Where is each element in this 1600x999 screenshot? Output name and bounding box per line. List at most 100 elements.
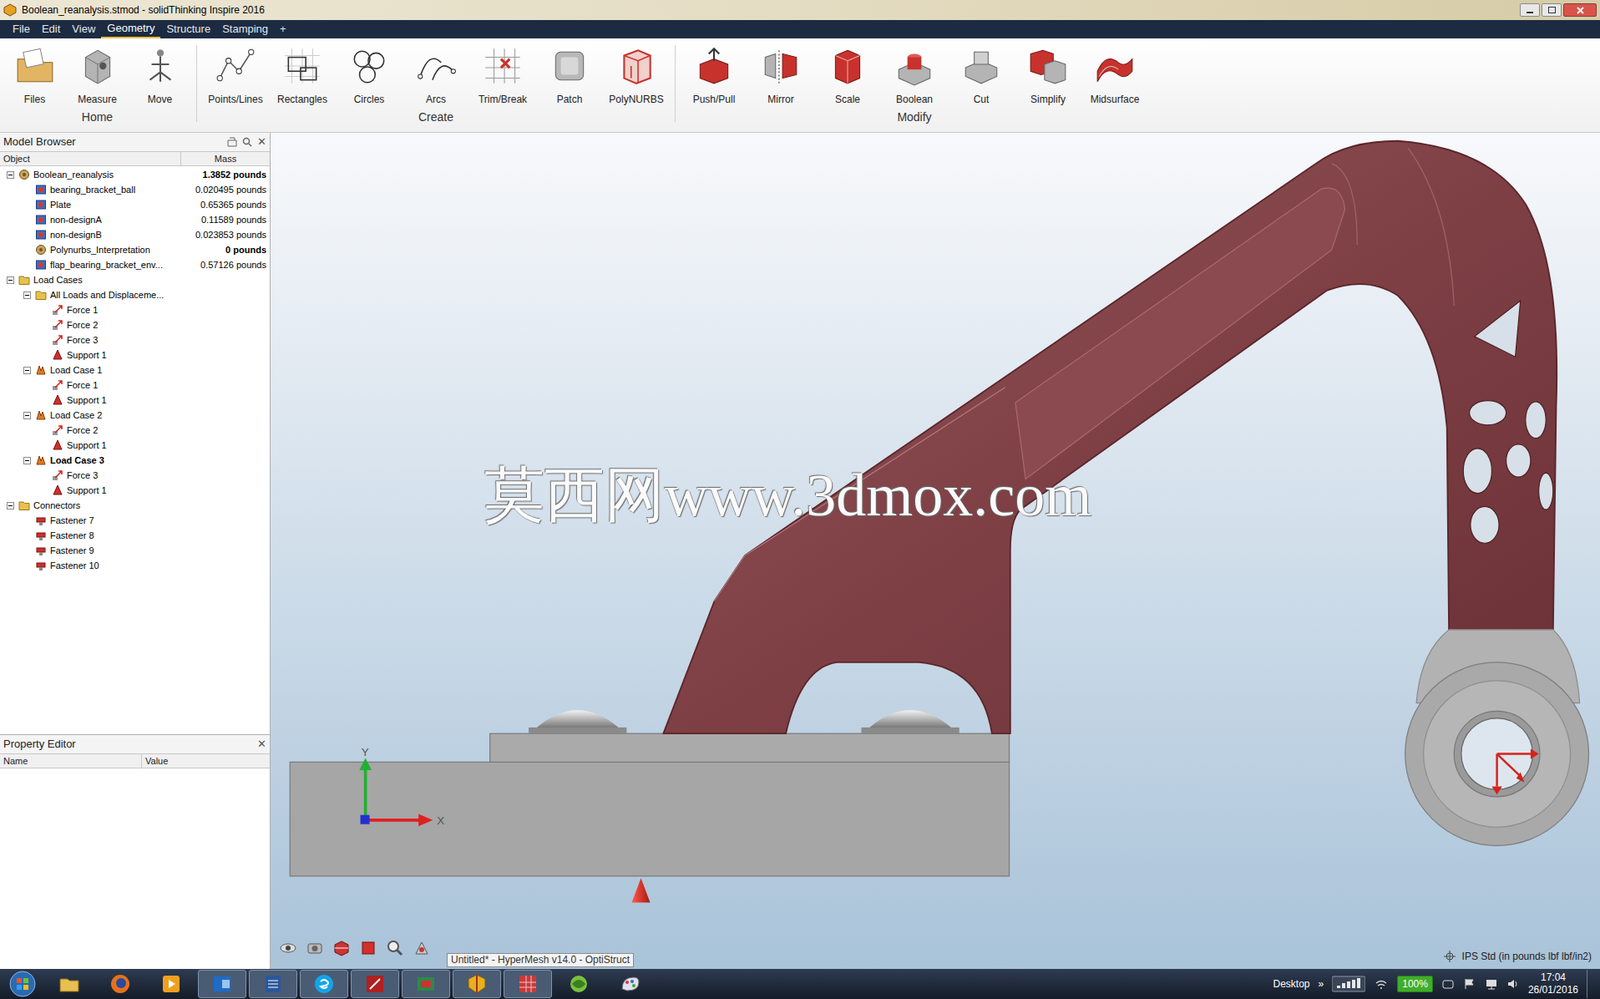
column-header[interactable]: Value: [141, 754, 270, 769]
ribbon-button[interactable]: Cut: [947, 38, 1015, 107]
tree-row[interactable]: Load Case 3: [0, 452, 270, 468]
view-tool-icon[interactable]: [385, 938, 405, 957]
ribbon-button[interactable]: Arcs: [402, 38, 470, 107]
view-tool-icon[interactable]: [359, 938, 378, 957]
toolbar-chevron[interactable]: »: [1318, 976, 1325, 992]
taskbar-app[interactable]: [554, 969, 603, 998]
menu-item[interactable]: View: [65, 20, 102, 39]
tree-row[interactable]: non-designB0.023853 pounds: [0, 227, 270, 243]
bolt-icon[interactable]: [528, 709, 627, 734]
view-tool-icon[interactable]: [412, 938, 431, 957]
tree-row[interactable]: Support 1: [0, 437, 270, 453]
menu-item[interactable]: Geometry: [101, 20, 161, 39]
expand-toggle[interactable]: [6, 276, 15, 284]
menu-item[interactable]: Stamping: [216, 20, 274, 39]
tree-row[interactable]: Force 1: [0, 377, 270, 393]
panel-close-button[interactable]: ✕: [257, 735, 267, 753]
unit-system[interactable]: IPS Std (in pounds lbf lbf/in2): [1443, 948, 1592, 969]
expand-toggle[interactable]: [6, 501, 15, 510]
ribbon-button[interactable]: Files: [3, 38, 66, 107]
tree-row[interactable]: Fastener 9: [0, 542, 270, 558]
bolt-icon[interactable]: [860, 709, 959, 734]
tree-row[interactable]: Force 2: [0, 422, 270, 438]
menu-item[interactable]: Structure: [160, 20, 217, 39]
ribbon-button[interactable]: PolyNURBS: [602, 38, 670, 107]
model-view[interactable]: YX: [270, 132, 1600, 937]
ribbon-button[interactable]: Simplify: [1014, 38, 1082, 107]
ribbon-button[interactable]: Rectangles: [268, 38, 336, 107]
tree-row[interactable]: Force 1: [0, 302, 270, 318]
view-tool-icon[interactable]: [278, 938, 298, 957]
desktop-toolbar[interactable]: Desktop: [1273, 976, 1311, 992]
bearing-ring[interactable]: [1405, 662, 1590, 846]
taskbar-app[interactable]: [350, 969, 400, 998]
tree-row[interactable]: bearing_bracket_ball0.020495 pounds: [0, 182, 270, 198]
tree-row[interactable]: Load Case 1: [0, 362, 270, 378]
taskbar-app[interactable]: [248, 969, 298, 998]
tree-row[interactable]: Plate0.65365 pounds: [0, 197, 270, 213]
taskbar-app[interactable]: [605, 969, 654, 998]
taskbar-app[interactable]: [503, 969, 552, 998]
ribbon-button[interactable]: Mirror: [747, 38, 815, 107]
tree-row[interactable]: non-designA0.11589 pounds: [0, 212, 270, 228]
tree-row[interactable]: Fastener 8: [0, 527, 270, 543]
tree-row[interactable]: Force 2: [0, 317, 270, 333]
tree-row[interactable]: Fastener 7: [0, 512, 270, 528]
ribbon-button[interactable]: Move: [128, 38, 192, 107]
taskbar-app[interactable]: [45, 969, 94, 998]
maximize-button[interactable]: [1541, 3, 1562, 17]
taskbar-app[interactable]: [197, 969, 247, 998]
menu-item[interactable]: Edit: [35, 20, 66, 39]
tree-row[interactable]: Polynurbs_Interpretation0 pounds: [0, 242, 270, 258]
tree-row[interactable]: All Loads and Displaceme...: [0, 287, 270, 303]
column-header[interactable]: Name: [0, 754, 142, 769]
expand-toggle[interactable]: [23, 291, 31, 299]
taskbar-app[interactable]: [146, 969, 196, 998]
tree-row[interactable]: Force 3: [0, 467, 270, 483]
ribbon-button[interactable]: Trim/Break: [469, 38, 537, 107]
expand-toggle[interactable]: [6, 171, 15, 179]
ribbon-button[interactable]: Push/Pull: [680, 38, 748, 107]
tree-row[interactable]: Support 1: [0, 392, 270, 408]
tree-row[interactable]: Load Case 2: [0, 407, 270, 423]
tree-row[interactable]: Support 1: [0, 482, 270, 498]
clock[interactable]: 17:0426/01/2016: [1528, 971, 1579, 997]
ribbon-button[interactable]: Boolean: [881, 38, 948, 107]
base-plate[interactable]: [289, 761, 1009, 876]
ribbon-button[interactable]: Circles: [335, 38, 403, 107]
taskbar-app[interactable]: [299, 969, 349, 998]
show-desktop-button[interactable]: [1586, 969, 1595, 998]
support-marker-icon[interactable]: [632, 877, 651, 902]
tree-row[interactable]: Support 1: [0, 347, 270, 363]
expand-toggle[interactable]: [23, 456, 31, 465]
tree-row[interactable]: Load Cases: [0, 272, 270, 288]
search-icon[interactable]: [242, 136, 253, 147]
tree-row[interactable]: Boolean_reanalysis1.3852 pounds: [0, 167, 270, 183]
menu-item[interactable]: +: [273, 20, 293, 39]
view-tool-icon[interactable]: [332, 938, 351, 957]
ribbon-button[interactable]: Measure: [65, 38, 129, 107]
panel-close-button[interactable]: ✕: [257, 133, 267, 151]
start-button[interactable]: [0, 968, 46, 999]
tree-row[interactable]: flap_bearing_bracket_env...0.57126 pound…: [0, 257, 270, 273]
taskbar-app[interactable]: [96, 969, 145, 998]
tree-row[interactable]: Fastener 10: [0, 557, 270, 573]
tree-row[interactable]: Force 3: [0, 332, 270, 348]
expand-toggle[interactable]: [23, 366, 31, 375]
expand-toggle[interactable]: [23, 411, 31, 420]
menu-item[interactable]: File: [6, 20, 36, 39]
ribbon-button[interactable]: Scale: [814, 38, 882, 107]
plate[interactable]: [490, 733, 1010, 762]
bracket[interactable]: [663, 141, 1557, 734]
minimize-button[interactable]: [1519, 3, 1540, 17]
tree-row[interactable]: Connectors: [0, 497, 270, 513]
view-tool-icon[interactable]: [305, 938, 325, 957]
column-header[interactable]: Mass: [181, 151, 270, 167]
filter-icon[interactable]: [227, 136, 238, 147]
column-header[interactable]: Object: [0, 151, 182, 167]
ribbon-button[interactable]: Patch: [536, 38, 603, 107]
viewport[interactable]: YXIPS Std (in pounds lbf lbf/in2)莫西网www.…: [270, 132, 1600, 969]
ribbon-button[interactable]: Points/Lines: [202, 38, 269, 107]
close-button[interactable]: [1563, 3, 1597, 17]
taskbar-app[interactable]: [401, 969, 451, 998]
